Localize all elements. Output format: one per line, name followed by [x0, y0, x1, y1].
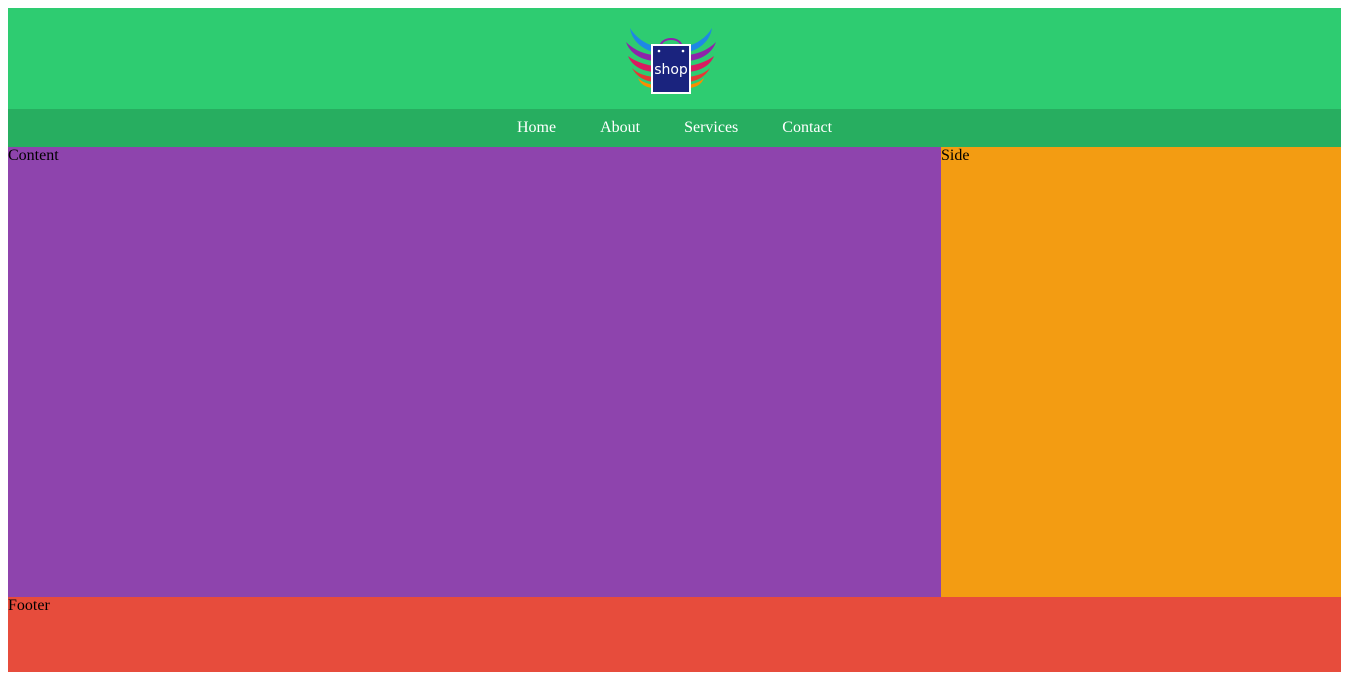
site-header: shop: [8, 8, 1341, 109]
shop-logo[interactable]: shop: [624, 24, 718, 96]
nav-home[interactable]: Home: [517, 109, 556, 147]
content-region: Content: [8, 147, 941, 597]
side-region: Side: [941, 147, 1341, 597]
content-label: Content: [8, 147, 59, 164]
logo-text: shop: [654, 62, 688, 78]
winged-bag-icon: shop: [626, 28, 716, 94]
side-label: Side: [941, 147, 970, 164]
nav-contact[interactable]: Contact: [782, 109, 832, 147]
page-frame: shop Home About Services Contact Content…: [8, 8, 1341, 672]
site-footer: Footer: [8, 597, 1341, 672]
nav-about[interactable]: About: [600, 109, 640, 147]
main-nav: Home About Services Contact: [8, 109, 1341, 147]
nav-services[interactable]: Services: [684, 109, 738, 147]
footer-label: Footer: [8, 597, 50, 614]
